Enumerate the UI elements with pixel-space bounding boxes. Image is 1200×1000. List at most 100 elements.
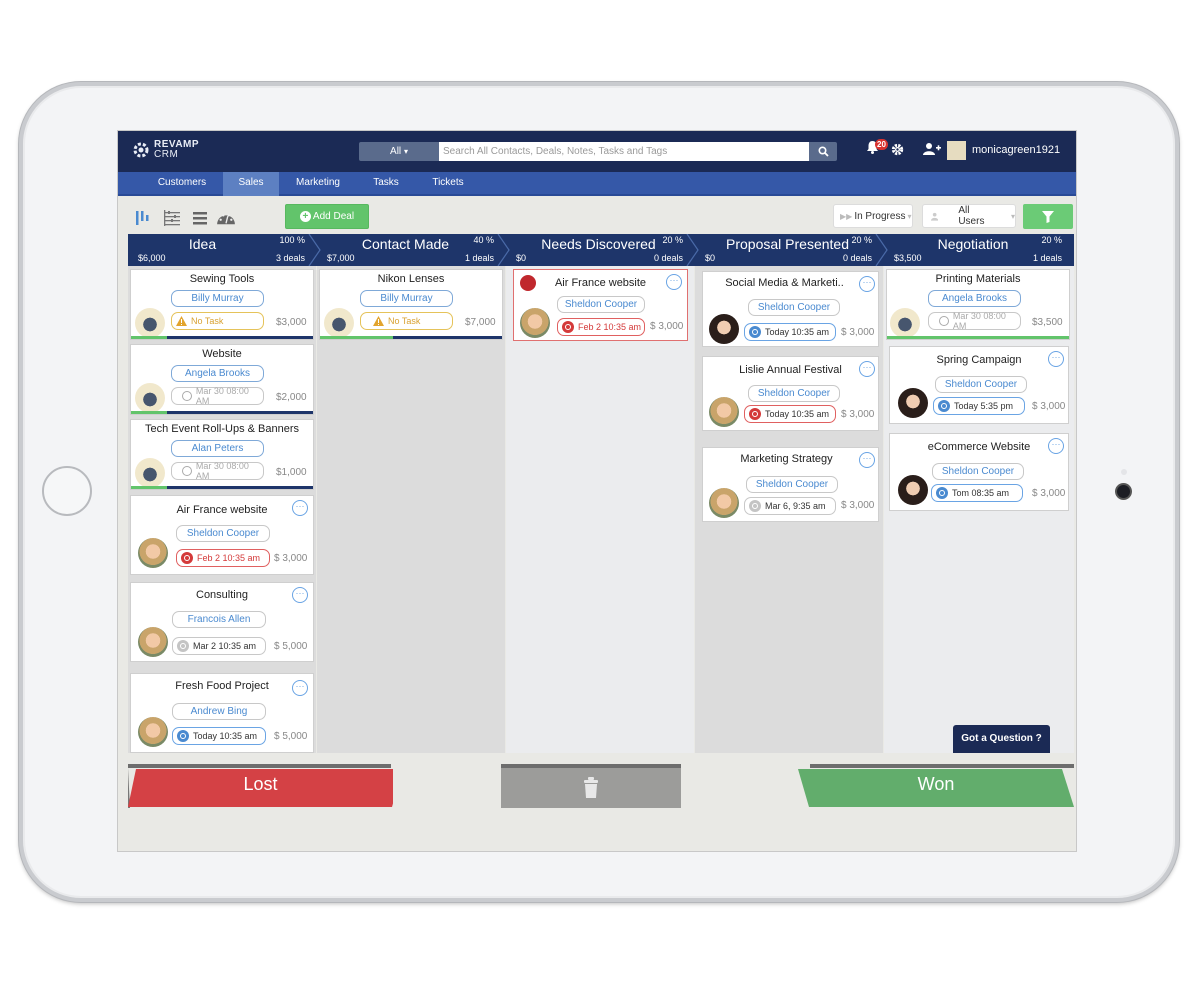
more-options-icon[interactable]: ···	[859, 452, 875, 468]
task-status[interactable]: No Task	[360, 312, 453, 330]
more-options-icon[interactable]: ···	[292, 587, 308, 603]
more-options-icon[interactable]: ···	[292, 680, 308, 696]
deal-amount: $ 3,000	[274, 553, 308, 564]
task-status[interactable]: Feb 2 10:35 am	[176, 549, 270, 567]
status-filter-dropdown[interactable]: ▶▶ In Progress ▾	[833, 204, 913, 228]
deal-card[interactable]: Consulting ··· Francois Allen Mar 2 10:3…	[130, 582, 314, 662]
deal-amount: $ 3,000	[650, 321, 684, 332]
deal-title: Air France website	[176, 504, 268, 516]
deal-card[interactable]: Nikon Lenses Billy Murray No Task $7,000	[319, 269, 503, 340]
task-status[interactable]: Mar 30 08:00 AM	[928, 311, 1021, 331]
task-status[interactable]: Mar 30 08:00 AM	[171, 386, 264, 406]
clock-icon	[177, 730, 189, 742]
deal-card-selected[interactable]: Air France website ··· Sheldon Cooper Fe…	[513, 269, 688, 341]
nav-tab-customers[interactable]: Customers	[148, 172, 216, 196]
deal-progress-fill	[131, 411, 168, 414]
task-status[interactable]: No Task	[171, 312, 264, 330]
owner-avatar	[520, 308, 550, 338]
deal-card[interactable]: Website Angela Brooks Mar 30 08:00 AM $2…	[130, 344, 314, 415]
deal-card[interactable]: Spring Campaign ··· Sheldon Cooper Today…	[889, 346, 1069, 424]
contact-link[interactable]: Sheldon Cooper	[748, 385, 840, 402]
add-deal-button[interactable]: + Add Deal	[285, 204, 369, 229]
notifications-button[interactable]: 20	[866, 139, 888, 158]
search-button[interactable]	[809, 142, 837, 161]
contact-link[interactable]: Francois Allen	[172, 611, 266, 628]
stage-amount: $6,000	[138, 253, 166, 263]
gear-icon[interactable]	[891, 143, 904, 156]
user-filter-dropdown[interactable]: All Users ▾	[922, 204, 1016, 228]
contact-link[interactable]: Billy Murray	[171, 290, 264, 307]
nav-tab-tasks[interactable]: Tasks	[364, 172, 408, 196]
deal-card[interactable]: Sewing Tools Billy Murray No Task $3,000	[130, 269, 314, 340]
username[interactable]: monicagreen1921	[972, 144, 1060, 156]
global-search-input[interactable]	[439, 142, 809, 161]
deal-card[interactable]: Social Media & Marketi.. ··· Sheldon Coo…	[702, 271, 879, 347]
search-scope-dropdown[interactable]: All ▾	[359, 142, 439, 161]
deal-progress-fill	[887, 336, 1069, 339]
contact-link[interactable]: Alan Peters	[171, 440, 264, 457]
more-options-icon[interactable]: ···	[666, 274, 682, 290]
list-view-icon[interactable]	[192, 210, 208, 226]
plus-circle-icon: +	[299, 211, 311, 222]
stage-header-contact-made: Contact Made 40 % $7,000 1 deals	[317, 234, 506, 266]
task-status[interactable]: Mar 6, 9:35 am	[744, 497, 836, 515]
lost-dropzone[interactable]: Lost	[128, 764, 393, 808]
more-options-icon[interactable]: ···	[1048, 351, 1064, 367]
stage-header-negotiation: Negotiation 20 % $3,500 1 deals	[884, 234, 1074, 266]
deal-amount: $7,000	[465, 317, 496, 328]
contact-link[interactable]: Andrew Bing	[172, 703, 266, 720]
nav-tab-marketing[interactable]: Marketing	[286, 172, 350, 196]
home-button[interactable]	[42, 466, 92, 516]
task-status[interactable]: Today 10:35 am	[172, 727, 266, 745]
task-status[interactable]: Mar 30 08:00 AM	[171, 461, 264, 481]
contact-link[interactable]: Angela Brooks	[928, 290, 1021, 307]
nav-tab-sales[interactable]: Sales	[223, 172, 279, 196]
add-user-icon[interactable]	[923, 142, 941, 156]
deal-progress-bar	[320, 336, 502, 339]
deal-progress-bar	[131, 486, 313, 489]
deal-card[interactable]: Marketing Strategy ··· Sheldon Cooper Ma…	[702, 447, 879, 522]
dashboard-view-icon[interactable]	[215, 210, 237, 226]
deal-card[interactable]: Air France website ··· Sheldon Cooper Fe…	[130, 495, 314, 575]
deal-card[interactable]: Printing Materials Angela Brooks Mar 30 …	[886, 269, 1070, 340]
task-status[interactable]: Today 10:35 am	[744, 323, 836, 341]
delete-dropzone[interactable]	[501, 764, 681, 808]
won-dropzone[interactable]: Won	[798, 764, 1074, 808]
clock-icon	[177, 640, 189, 652]
contact-link[interactable]: Angela Brooks	[171, 365, 264, 382]
contact-link[interactable]: Sheldon Cooper	[557, 296, 645, 313]
contact-link[interactable]: Sheldon Cooper	[746, 476, 838, 493]
task-status[interactable]: Today 5:35 pm	[933, 397, 1025, 415]
deal-card[interactable]: Tech Event Roll-Ups & Banners Alan Peter…	[130, 419, 314, 490]
task-status[interactable]: Mar 2 10:35 am	[172, 637, 266, 655]
contact-link[interactable]: Billy Murray	[360, 290, 453, 307]
stage-deal-count: 3 deals	[275, 253, 305, 263]
more-options-icon[interactable]: ···	[859, 276, 875, 292]
more-options-icon[interactable]: ···	[292, 500, 308, 516]
user-avatar[interactable]	[947, 141, 966, 160]
contact-link[interactable]: Sheldon Cooper	[932, 463, 1024, 480]
deal-card[interactable]: eCommerce Website ··· Sheldon Cooper Tom…	[889, 433, 1069, 511]
contact-link[interactable]: Sheldon Cooper	[176, 525, 270, 542]
deal-title: Sewing Tools	[189, 273, 255, 285]
timeline-view-icon[interactable]	[163, 210, 181, 226]
overdue-clock-icon	[562, 321, 574, 333]
stage-deal-count: 1 deals	[1032, 253, 1062, 263]
help-chat-button[interactable]: Got a Question ?	[953, 725, 1050, 753]
clock-icon	[182, 391, 192, 401]
deal-card[interactable]: Fresh Food Project ··· Andrew Bing Today…	[130, 673, 314, 753]
task-status[interactable]: Today 10:35 am	[744, 405, 836, 423]
logo[interactable]: REVAMP CRM	[130, 139, 199, 161]
contact-link[interactable]: Sheldon Cooper	[935, 376, 1027, 393]
brand-sub: CRM	[154, 149, 179, 160]
more-options-icon[interactable]: ···	[859, 361, 875, 377]
deal-amount: $ 5,000	[274, 641, 308, 652]
task-status[interactable]: Tom 08:35 am	[931, 484, 1023, 502]
task-status[interactable]: Feb 2 10:35 am	[557, 318, 645, 336]
contact-link[interactable]: Sheldon Cooper	[748, 299, 840, 316]
deal-card[interactable]: Lislie Annual Festival ··· Sheldon Coope…	[702, 356, 879, 431]
nav-tab-tickets[interactable]: Tickets	[424, 172, 472, 196]
more-options-icon[interactable]: ···	[1048, 438, 1064, 454]
pipeline-view-icon[interactable]	[135, 210, 150, 226]
filter-button[interactable]	[1023, 204, 1073, 229]
